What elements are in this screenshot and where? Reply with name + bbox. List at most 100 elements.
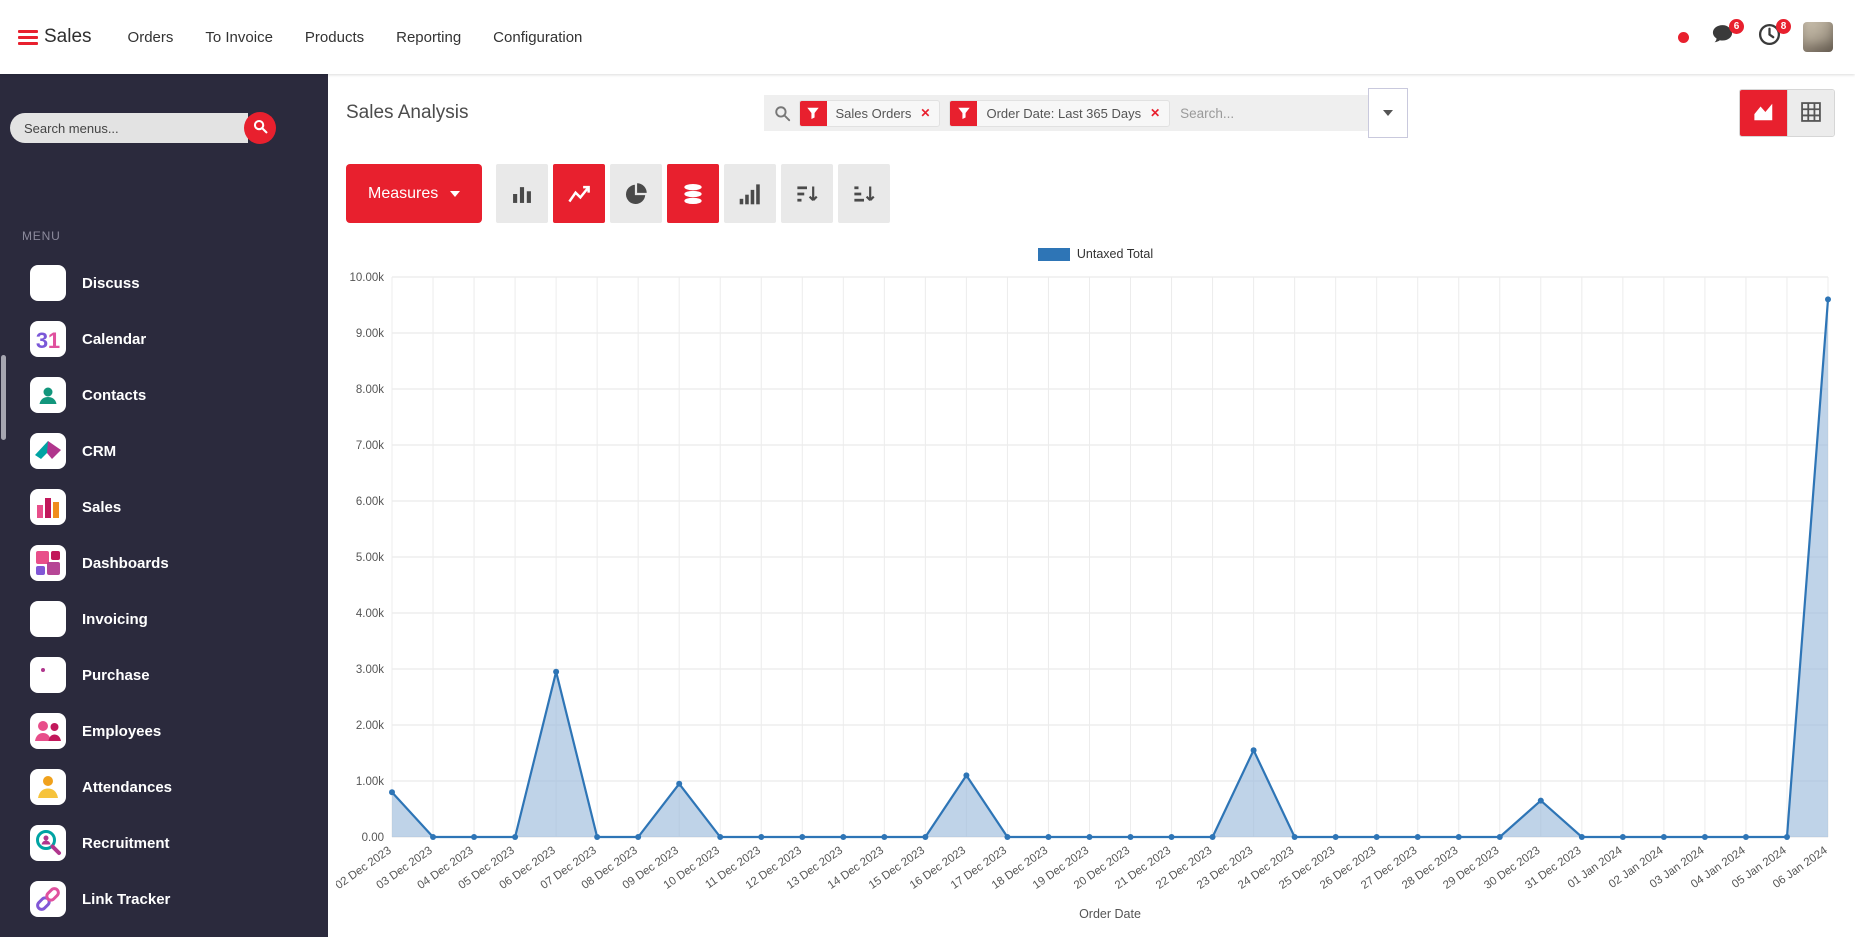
link-tracker-app-icon bbox=[30, 881, 66, 917]
svg-text:1: 1 bbox=[48, 328, 60, 353]
sidebar-item-label: Recruitment bbox=[82, 834, 170, 852]
top-menu: Orders To Invoice Products Reporting Configu… bbox=[128, 29, 583, 46]
legend-swatch bbox=[1037, 247, 1070, 261]
top-menu-reporting[interactable]: Reporting bbox=[396, 29, 461, 46]
svg-text:6.00k: 6.00k bbox=[356, 496, 384, 508]
dashboards-app-icon bbox=[30, 545, 66, 581]
svg-text:8.00k: 8.00k bbox=[356, 384, 384, 396]
svg-text:1.00k: 1.00k bbox=[356, 776, 384, 788]
pie-chart-button[interactable] bbox=[610, 164, 663, 223]
systray: 6 8 bbox=[1678, 18, 1833, 52]
filter-facet-order-date-last-365-days: Order Date: Last 365 Days ✕ bbox=[949, 99, 1171, 127]
svg-text:10.00k: 10.00k bbox=[349, 272, 384, 284]
svg-text:0.00: 0.00 bbox=[362, 832, 384, 844]
attendances-app-icon bbox=[30, 769, 66, 805]
contacts-app-icon bbox=[30, 377, 66, 413]
graph-view-button[interactable] bbox=[1740, 90, 1787, 136]
sidebar-item-label: Discuss bbox=[82, 274, 140, 292]
sidebar-item-label: Link Tracker bbox=[82, 890, 171, 908]
sidebar-item-label: Contacts bbox=[82, 386, 147, 404]
search-icon bbox=[774, 105, 791, 122]
sidebar: MENU Discuss 31 Calendar Contacts CRM Sales Da… bbox=[0, 74, 328, 937]
purchase-app-icon bbox=[30, 657, 66, 693]
pivot-view-button[interactable] bbox=[1787, 90, 1834, 136]
stacked-button[interactable] bbox=[667, 164, 720, 223]
svg-text:7.00k: 7.00k bbox=[356, 440, 384, 452]
search-icon bbox=[253, 119, 268, 137]
svg-text:2.00k: 2.00k bbox=[356, 720, 384, 732]
sidebar-item-discuss[interactable]: Discuss bbox=[0, 255, 328, 311]
app-name[interactable]: Sales bbox=[44, 26, 92, 48]
filter-funnel-icon bbox=[950, 100, 978, 126]
sidebar-item-attendances[interactable]: Attendances bbox=[0, 759, 328, 815]
svg-text:$: $ bbox=[42, 607, 54, 632]
filter-facet-sales-orders: Sales Orders ✕ bbox=[798, 99, 941, 127]
sidebar-item-label: Calendar bbox=[82, 330, 147, 348]
line-chart[interactable]: 0.00 1.00k 2.00k 3.00k 4.00k 5.00k 6.00k 7.00k 8… bbox=[336, 263, 1848, 928]
sidebar-item-recruitment[interactable]: Recruitment bbox=[0, 815, 328, 871]
sidebar-item-contacts[interactable]: Contacts bbox=[0, 367, 328, 423]
discuss-app-icon bbox=[30, 265, 66, 301]
svg-text:4.00k: 4.00k bbox=[356, 608, 384, 620]
sort-descending-button[interactable] bbox=[781, 164, 834, 223]
sort-ascending-button[interactable] bbox=[838, 164, 891, 223]
sidebar-item-label: Sales bbox=[82, 498, 122, 516]
menu-section-label: MENU bbox=[22, 229, 61, 243]
svg-text:3: 3 bbox=[36, 328, 48, 353]
sidebar-scrollbar[interactable] bbox=[1, 355, 6, 440]
facet-label: Order Date: Last 365 Days bbox=[986, 105, 1142, 121]
search-input[interactable] bbox=[1170, 104, 1362, 122]
chart-toolbar: Measures bbox=[328, 164, 1855, 223]
top-menu-orders[interactable]: Orders bbox=[128, 29, 174, 46]
search-options-toggle[interactable] bbox=[1367, 88, 1408, 138]
user-avatar[interactable] bbox=[1803, 22, 1833, 52]
sidebar-item-calendar[interactable]: 3 1 Calendar bbox=[0, 311, 328, 367]
svg-text:3.00k: 3.00k bbox=[356, 664, 384, 676]
line-chart-button[interactable] bbox=[553, 164, 606, 223]
sidebar-search-button[interactable] bbox=[244, 112, 276, 144]
svg-text:Order Date: Order Date bbox=[1079, 907, 1141, 921]
sidebar-item-link-tracker[interactable]: Link Tracker bbox=[0, 871, 328, 927]
sidebar-item-purchase[interactable]: Purchase bbox=[0, 647, 328, 703]
sidebar-search-input[interactable] bbox=[10, 113, 248, 143]
top-menu-to-invoice[interactable]: To Invoice bbox=[205, 29, 273, 46]
invoicing-app-icon: $ bbox=[30, 601, 66, 637]
facet-remove-button[interactable]: ✕ bbox=[920, 106, 939, 120]
cumulative-button[interactable] bbox=[724, 164, 777, 223]
sidebar-item-partial[interactable] bbox=[0, 927, 328, 937]
recruitment-app-icon bbox=[30, 825, 66, 861]
facet-remove-button[interactable]: ✕ bbox=[1150, 106, 1169, 120]
main-content: Sales Analysis Sales Orders ✕ Order Date: … bbox=[328, 74, 1855, 937]
messages-button[interactable]: 6 bbox=[1709, 18, 1744, 51]
search-bar[interactable]: Sales Orders ✕ Order Date: Last 365 Days ✕ bbox=[763, 95, 1368, 131]
chevron-down-icon bbox=[1382, 110, 1393, 116]
sidebar-item-label: Attendances bbox=[82, 778, 173, 796]
chart-area: Untaxed Total 0.00 1.00k 2.00k 3.00k 4.00k 5.… bbox=[328, 223, 1855, 928]
sidebar-item-label: Dashboards bbox=[82, 554, 169, 572]
pivot-view-icon bbox=[1800, 101, 1822, 126]
sidebar-item-dashboards[interactable]: Dashboards bbox=[0, 535, 328, 591]
top-menu-configuration[interactable]: Configuration bbox=[493, 29, 582, 46]
apps-menu-icon[interactable] bbox=[18, 29, 38, 45]
measures-button[interactable]: Measures bbox=[346, 164, 483, 223]
top-menu-products[interactable]: Products bbox=[305, 29, 364, 46]
chevron-down-icon bbox=[450, 190, 461, 197]
page-title: Sales Analysis bbox=[346, 102, 469, 123]
sidebar-item-sales[interactable]: Sales bbox=[0, 479, 328, 535]
activities-button[interactable]: 8 bbox=[1756, 18, 1791, 51]
sidebar-item-crm[interactable]: CRM bbox=[0, 423, 328, 479]
crm-app-icon bbox=[30, 433, 66, 469]
sidebar-item-label: CRM bbox=[82, 442, 117, 460]
bar-chart-button[interactable] bbox=[496, 164, 549, 223]
sidebar-item-employees[interactable]: Employees bbox=[0, 703, 328, 759]
sales-app-icon bbox=[30, 489, 66, 525]
status-dot-icon bbox=[1678, 31, 1689, 43]
facet-label: Sales Orders bbox=[835, 105, 912, 121]
svg-text:5.00k: 5.00k bbox=[356, 552, 384, 564]
sidebar-item-invoicing[interactable]: $ Invoicing bbox=[0, 591, 328, 647]
measures-label: Measures bbox=[368, 184, 439, 202]
sidebar-item-label: Employees bbox=[82, 722, 162, 740]
sidebar-search bbox=[10, 112, 276, 144]
filter-funnel-icon bbox=[799, 100, 827, 126]
messages-badge: 6 bbox=[1729, 18, 1744, 34]
